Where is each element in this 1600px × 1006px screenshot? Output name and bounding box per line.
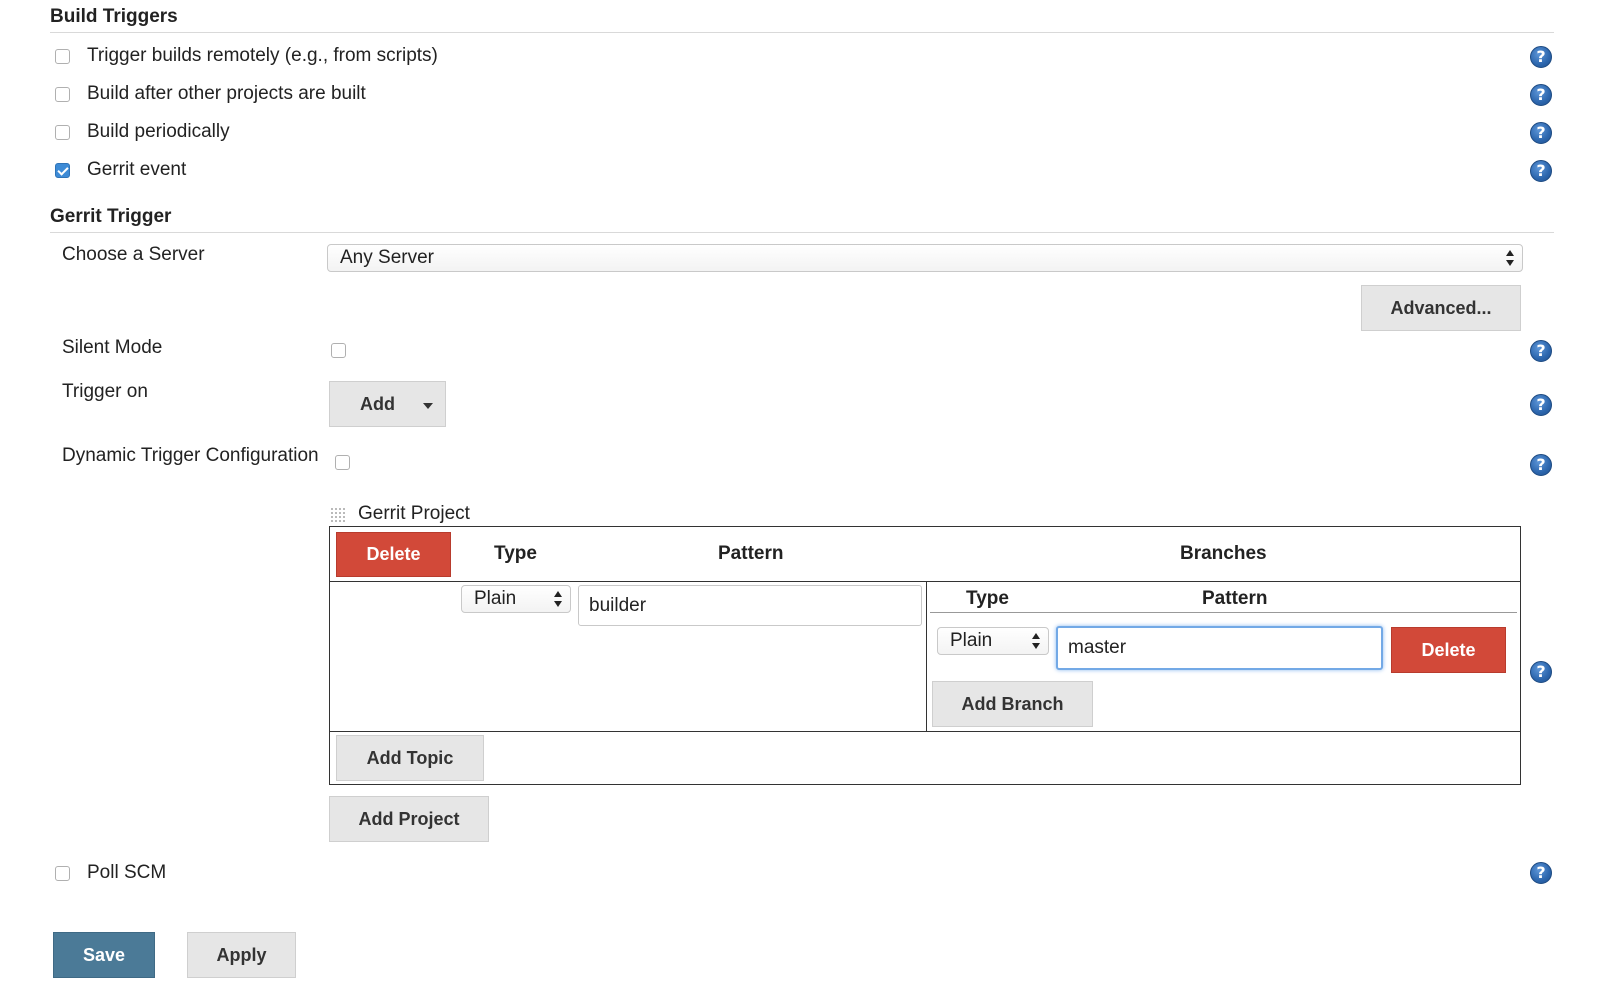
add-trigger-dropdown-button[interactable]: Add xyxy=(329,381,446,427)
project-type-header: Type xyxy=(494,543,537,564)
help-icon[interactable]: ? xyxy=(1530,122,1552,144)
gerrit-project-header: Gerrit Project xyxy=(358,503,470,524)
checkbox-build-periodically[interactable] xyxy=(55,125,70,140)
branch-pattern-input[interactable]: master xyxy=(1056,626,1383,670)
help-icon[interactable]: ? xyxy=(1530,661,1552,683)
drag-handle-icon[interactable] xyxy=(330,507,346,523)
checkbox-dynamic-trigger-config[interactable] xyxy=(335,455,350,470)
branch-pattern-header: Pattern xyxy=(1202,588,1268,609)
row-divider xyxy=(330,581,1520,582)
label-choose-server: Choose a Server xyxy=(62,244,205,265)
project-type-value: Plain xyxy=(474,588,517,609)
branch-type-header: Type xyxy=(966,588,1009,609)
label-gerrit-event: Gerrit event xyxy=(87,159,187,180)
delete-project-button[interactable]: Delete xyxy=(336,532,451,577)
add-trigger-label: Add xyxy=(360,393,395,414)
checkbox-poll-scm[interactable] xyxy=(55,866,70,881)
help-icon[interactable]: ? xyxy=(1530,84,1552,106)
project-pattern-input[interactable]: builder xyxy=(578,585,922,626)
label-build-after-others: Build after other projects are built xyxy=(87,83,366,104)
add-project-button[interactable]: Add Project xyxy=(329,796,489,842)
footer-fade xyxy=(0,898,1600,918)
section-divider xyxy=(50,32,1554,33)
label-trigger-remotely: Trigger builds remotely (e.g., from scri… xyxy=(87,45,438,66)
label-trigger-on: Trigger on xyxy=(62,381,148,402)
advanced-button[interactable]: Advanced... xyxy=(1361,285,1521,331)
add-topic-button[interactable]: Add Topic xyxy=(336,735,484,781)
branch-type-select[interactable]: Plain xyxy=(937,627,1049,655)
delete-branch-button[interactable]: Delete xyxy=(1391,627,1506,673)
label-poll-scm: Poll SCM xyxy=(87,862,167,883)
select-arrows-icon xyxy=(1032,633,1040,649)
save-button[interactable]: Save xyxy=(53,932,155,978)
help-icon[interactable]: ? xyxy=(1530,394,1552,416)
help-icon[interactable]: ? xyxy=(1530,862,1552,884)
branch-type-value: Plain xyxy=(950,630,993,651)
help-icon[interactable]: ? xyxy=(1530,160,1552,182)
server-select[interactable]: Any Server xyxy=(327,244,1523,272)
checkbox-trigger-remotely[interactable] xyxy=(55,49,70,64)
project-pattern-header: Pattern xyxy=(718,543,784,564)
help-icon[interactable]: ? xyxy=(1530,340,1552,362)
branches-header: Branches xyxy=(1180,543,1267,564)
help-icon[interactable]: ? xyxy=(1530,454,1552,476)
gerrit-project-panel: Delete Type Pattern Branches Plain build… xyxy=(329,526,1521,785)
project-type-select[interactable]: Plain xyxy=(461,585,571,613)
select-arrows-icon xyxy=(554,591,562,607)
column-divider xyxy=(926,581,927,731)
checkbox-build-after-others[interactable] xyxy=(55,87,70,102)
checkbox-gerrit-event[interactable] xyxy=(55,163,70,178)
section-title-build-triggers: Build Triggers xyxy=(50,6,178,27)
checkbox-silent-mode[interactable] xyxy=(331,343,346,358)
add-branch-button[interactable]: Add Branch xyxy=(932,681,1093,727)
caret-down-icon xyxy=(423,403,433,409)
section-title-gerrit-trigger: Gerrit Trigger xyxy=(50,206,172,227)
label-dynamic-trigger-config: Dynamic Trigger Configuration xyxy=(62,445,319,466)
branches-header-divider xyxy=(930,612,1517,613)
select-arrows-icon xyxy=(1506,250,1514,266)
section-divider xyxy=(50,232,1554,233)
apply-button[interactable]: Apply xyxy=(187,932,296,978)
label-silent-mode: Silent Mode xyxy=(62,337,163,358)
server-select-value: Any Server xyxy=(340,247,434,268)
help-icon[interactable]: ? xyxy=(1530,46,1552,68)
row-divider xyxy=(330,731,1520,732)
label-build-periodically: Build periodically xyxy=(87,121,230,142)
